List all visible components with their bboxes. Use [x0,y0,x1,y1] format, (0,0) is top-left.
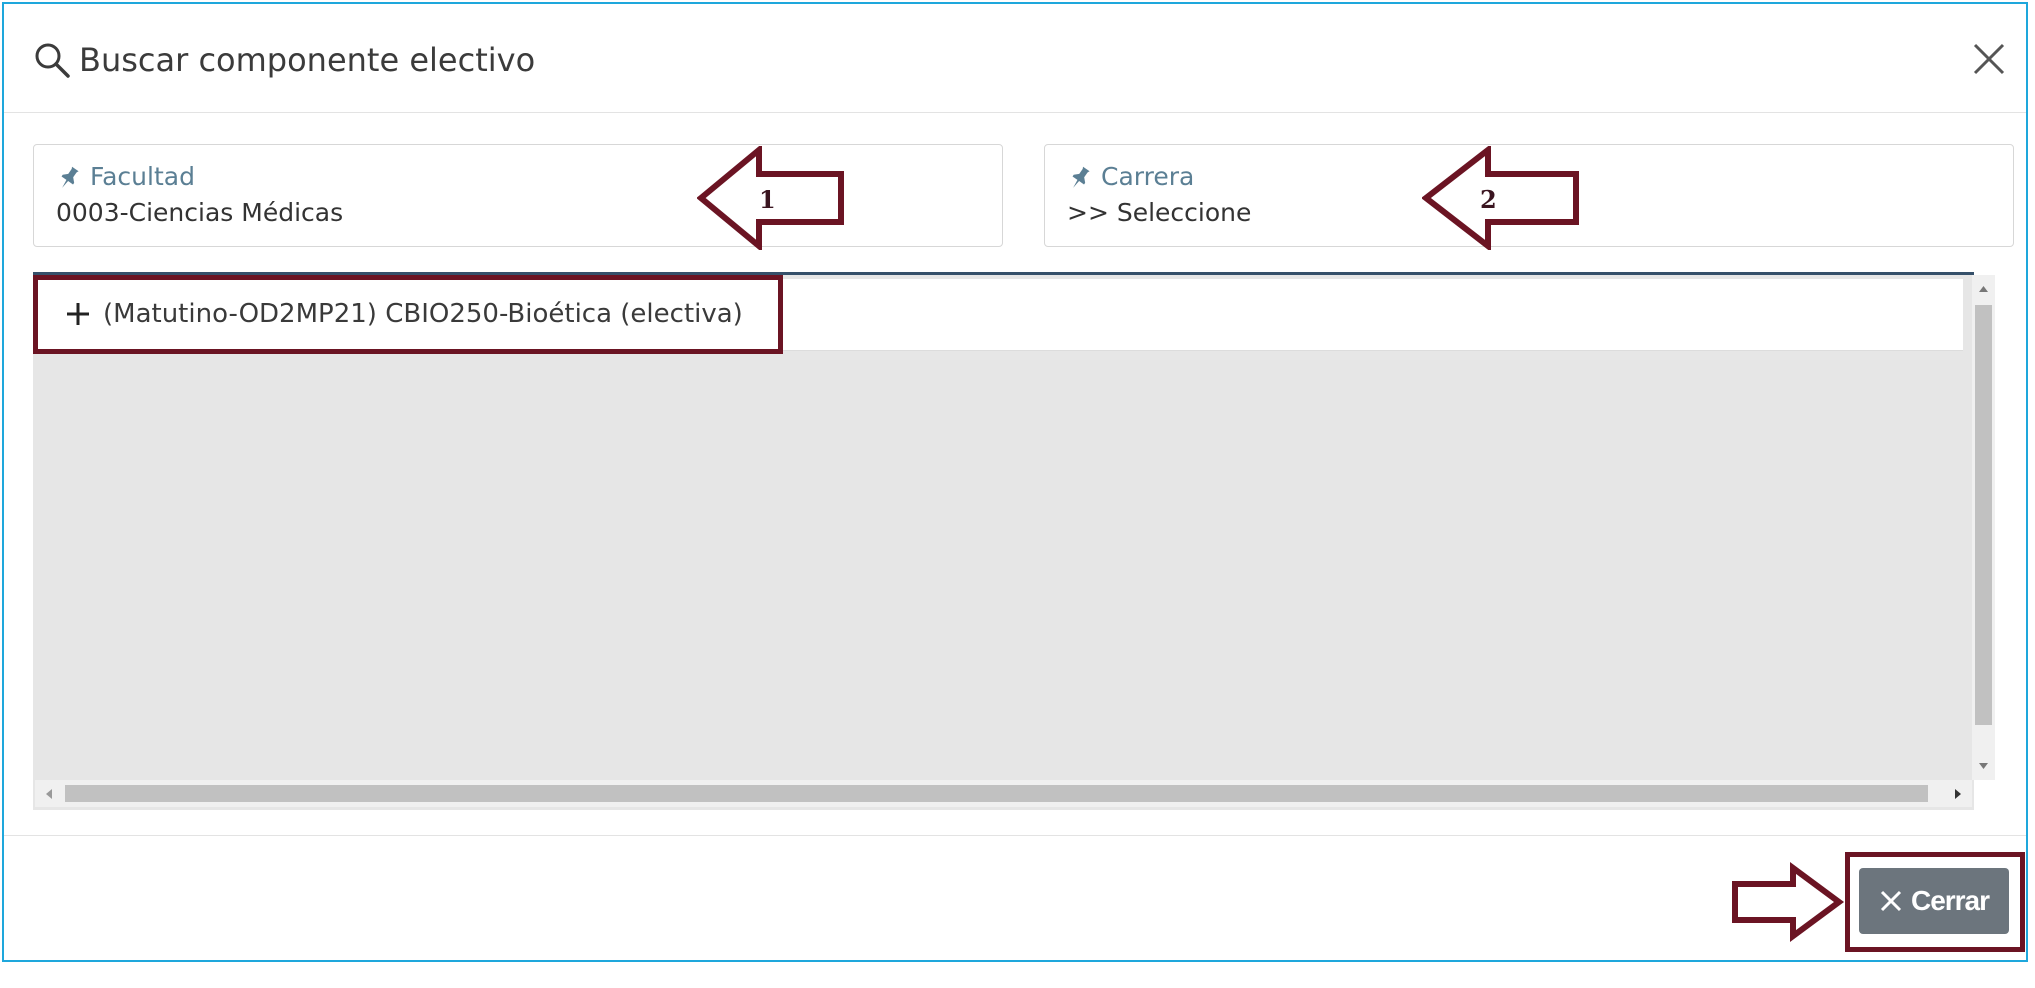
annotation-arrow-2: 2 [1422,146,1579,250]
vertical-scroll-thumb[interactable] [1975,305,1992,725]
annotation-arrow-1: 1 [697,146,844,250]
close-button-highlight-box [1845,852,2025,952]
horizontal-scrollbar[interactable] [35,780,1972,807]
carrera-value: >> Seleccione [1067,198,1252,227]
search-icon [35,43,70,78]
facultad-field[interactable]: Facultad 0003-Ciencias Médicas [33,144,1003,247]
list-item-highlight-box [33,275,783,354]
scroll-down-icon[interactable] [1972,756,1995,776]
scroll-left-icon[interactable] [39,784,59,804]
modal-title: Buscar componente electivo [79,41,536,79]
modal-footer-divider [4,835,2026,836]
scroll-right-icon[interactable] [1948,784,1968,804]
annotation-arrow-1-label: 1 [759,185,776,214]
pin-icon [61,166,79,188]
horizontal-scroll-thumb[interactable] [65,785,1928,802]
carrera-label: Carrera [1101,162,1195,191]
facultad-label: Facultad [90,162,195,191]
annotation-arrow-3 [1732,862,1845,942]
search-elective-modal: Buscar componente electivo Facultad 0003… [2,2,2028,962]
close-icon[interactable] [1970,40,2008,78]
modal-header: Buscar componente electivo [4,4,2026,113]
facultad-value: 0003-Ciencias Médicas [56,198,344,227]
annotation-arrow-2-label: 2 [1480,185,1497,214]
scroll-up-icon[interactable] [1972,279,1995,299]
vertical-scrollbar[interactable] [1972,275,1995,780]
pin-icon [1072,166,1090,188]
